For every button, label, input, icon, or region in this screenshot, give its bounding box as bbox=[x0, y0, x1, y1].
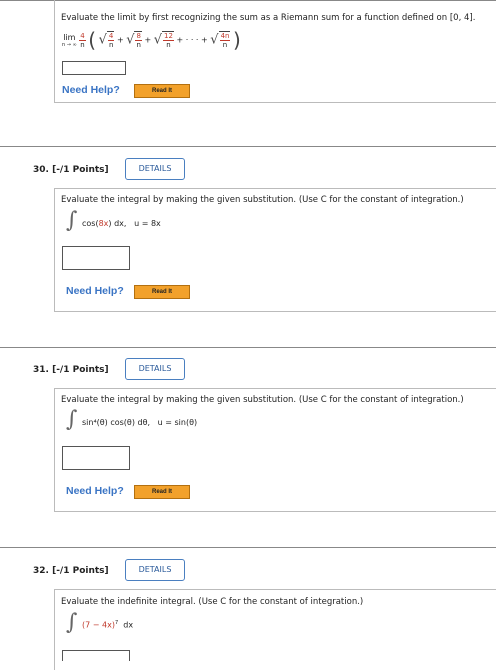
answer-input-29[interactable] bbox=[62, 61, 126, 75]
riemann-sum-expression: lim n → ∞ 4n ( √ 4 n + √ 8 n + √ 12 n + · · · … bbox=[62, 28, 241, 52]
integral-expression-31: sin⁴(θ) cos(θ) dθ, u = sin(θ) bbox=[82, 418, 198, 427]
details-button-30[interactable]: DETAILS bbox=[125, 158, 185, 180]
integral-expression-32: (7 − 4x)7 dx bbox=[82, 620, 134, 630]
substitution-30: u = 8x bbox=[134, 219, 161, 228]
problem-32-prompt: Evaluate the indefinite integral. (Use C… bbox=[61, 597, 364, 607]
term-1: 4n bbox=[107, 32, 115, 49]
limit-label: lim bbox=[63, 32, 76, 42]
answer-input-30[interactable] bbox=[62, 246, 130, 270]
need-help-label: Need Help? bbox=[66, 485, 124, 497]
read-it-button[interactable]: Read It bbox=[134, 485, 190, 499]
integral-sign: ∫ bbox=[66, 407, 78, 432]
integral-sign: ∫ bbox=[66, 208, 78, 233]
coefficient-fraction: 4n bbox=[79, 31, 86, 49]
need-help-label: Need Help? bbox=[66, 285, 124, 297]
answer-input-31[interactable] bbox=[62, 446, 130, 470]
read-it-button[interactable]: Read It bbox=[134, 84, 190, 98]
details-button-32[interactable]: DETAILS bbox=[125, 559, 185, 581]
term-n: 4n n bbox=[219, 32, 231, 49]
divider bbox=[0, 547, 496, 548]
divider bbox=[0, 347, 496, 348]
problem-31-title: 31. [-/1 Points] bbox=[33, 365, 109, 375]
problem-30-prompt: Evaluate the integral by making the give… bbox=[61, 195, 464, 205]
ellipsis: + · · · + bbox=[176, 35, 208, 45]
integral-sign: ∫ bbox=[66, 610, 78, 635]
problem-30-title: 30. [-/1 Points] bbox=[33, 165, 109, 175]
limit-subscript: n → ∞ bbox=[62, 41, 77, 48]
need-help-label: Need Help? bbox=[62, 84, 120, 96]
problem-31-prompt: Evaluate the integral by making the give… bbox=[61, 395, 464, 405]
problem-32-title: 32. [-/1 Points] bbox=[33, 566, 109, 576]
details-button-31[interactable]: DETAILS bbox=[125, 358, 185, 380]
problem-29-prompt: Evaluate the limit by first recognizing … bbox=[61, 13, 476, 23]
substitution-31: u = sin(θ) bbox=[157, 418, 198, 427]
read-it-button[interactable]: Read It bbox=[134, 285, 190, 299]
integral-expression-30: cos(8x) dx, u = 8x bbox=[82, 219, 161, 228]
term-2: 8n bbox=[135, 32, 142, 49]
divider bbox=[0, 146, 496, 147]
term-3: 12 n bbox=[163, 32, 174, 49]
